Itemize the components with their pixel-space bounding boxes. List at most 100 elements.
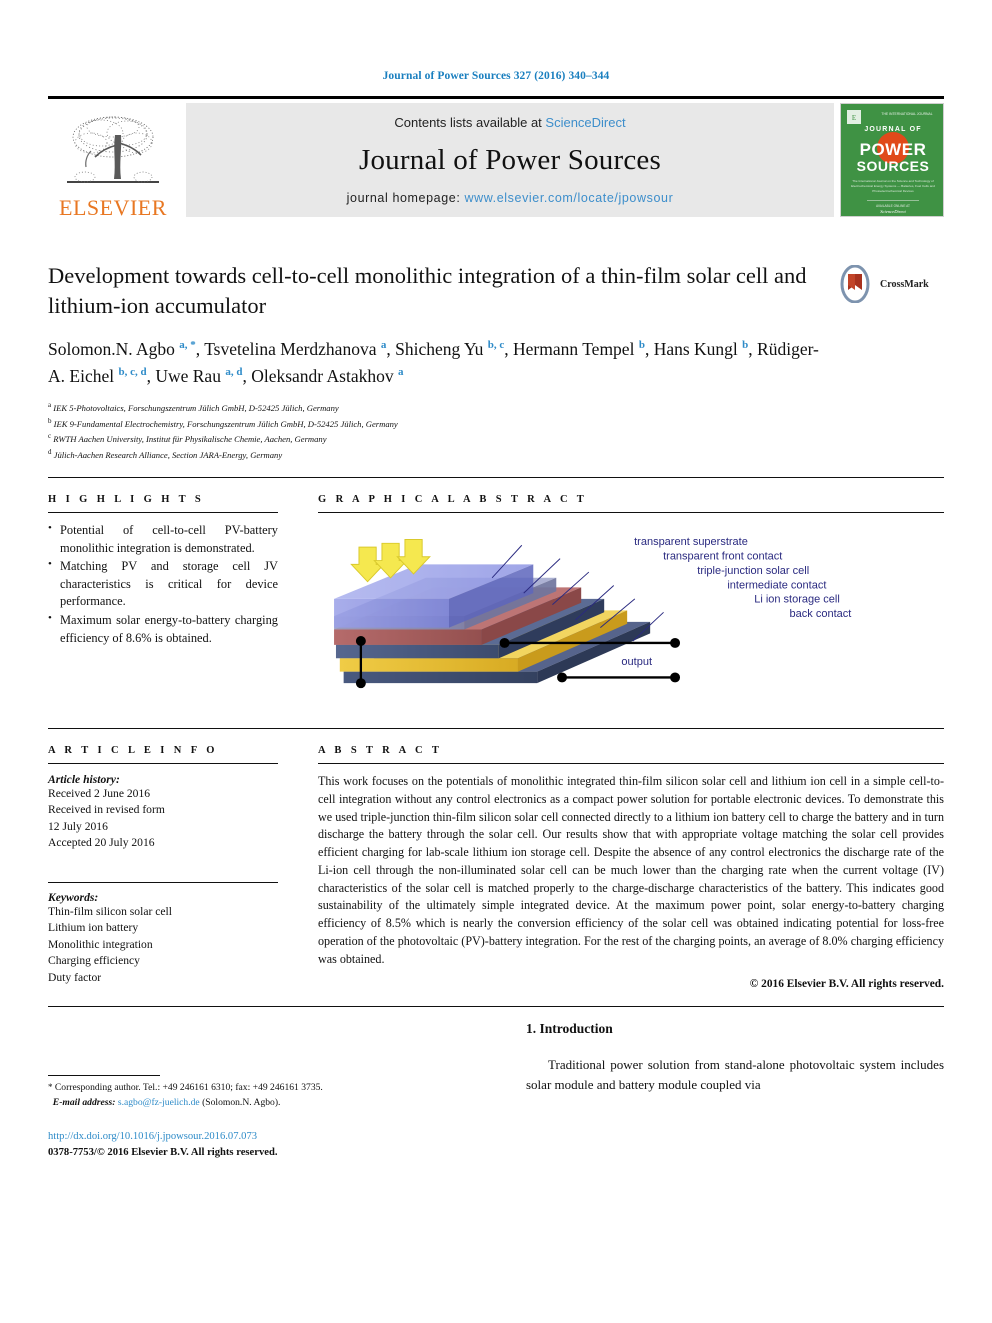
abstract-rule <box>318 763 944 764</box>
svg-text:Photoelectrochemical Devices: Photoelectrochemical Devices <box>872 189 914 193</box>
contents-line: Contents lists available at ScienceDirec… <box>394 115 625 130</box>
svg-text:JOURNAL OF: JOURNAL OF <box>864 126 921 133</box>
journal-band: Contents lists available at ScienceDirec… <box>186 103 834 217</box>
elsevier-wordmark: ELSEVIER <box>59 195 167 220</box>
label-li-ion-storage-cell: Li ion storage cell <box>754 594 840 606</box>
highlights-heading: H I G H L I G H T S <box>48 494 205 505</box>
article-history-line: Received in revised form <box>48 803 165 817</box>
journal-cover-thumbnail: E THE INTERNATIONAL JOURNAL JOURNAL OF P… <box>840 103 944 217</box>
affiliation-b: b IEK 9-Fundamental Electrochemistry, Fo… <box>48 416 398 429</box>
keyword-item: Lithium ion battery <box>48 921 139 935</box>
right-body-column: 1. Introduction Traditional power soluti… <box>496 1021 944 1161</box>
svg-text:SOURCES: SOURCES <box>857 158 930 174</box>
label-transparent-superstrate: transparent superstrate <box>634 536 748 548</box>
label-output: output <box>621 656 652 668</box>
article-history-line: Received 2 June 2016 <box>48 787 151 800</box>
sciencedirect-link[interactable]: ScienceDirect <box>545 115 625 130</box>
graphical-abstract-rule <box>318 512 944 513</box>
corresponding-text: Corresponding author. Tel.: +49 246161 6… <box>54 1082 323 1094</box>
issn-line: 0378-7753/© 2016 Elsevier B.V. All right… <box>48 1147 278 1159</box>
abstract-body: This work focuses on the potentials of m… <box>318 774 944 966</box>
article-info-heading: A R T I C L E I N F O <box>48 745 218 756</box>
article-info-rule <box>48 763 278 764</box>
article-history-line: Accepted 20 July 2016 <box>48 836 155 850</box>
author-list: Solomon.N. Agbo a, *, Tsvetelina Merdzha… <box>48 339 819 386</box>
label-transparent-front-contact: transparent front contact <box>663 551 782 563</box>
journal-article-page: Journal of Power Sources 327 (2016) 340–… <box>0 0 992 1323</box>
article-history-lines: Received 2 June 2016 Received in revised … <box>48 786 278 852</box>
running-head: Journal of Power Sources 327 (2016) 340–… <box>382 70 610 82</box>
graphical-abstract-heading: G R A P H I C A L A B S T R A C T <box>318 494 588 505</box>
abstract-column: A B S T R A C T This work focuses on the… <box>296 729 944 990</box>
affiliation-c: c RWTH Aachen University, Institut für P… <box>48 432 327 445</box>
highlights-column: H I G H L I G H T S Potential of cell-to… <box>48 478 296 714</box>
corresponding-author-note: * Corresponding author. Tel.: +49 246161… <box>48 1081 496 1111</box>
crossmark-badge[interactable]: CrossMark <box>840 263 944 305</box>
label-intermediate-contact: intermediate contact <box>727 579 826 591</box>
svg-text:The International Journal on t: The International Journal on the Science… <box>852 179 934 183</box>
keyword-item: Thin-film silicon solar cell <box>48 904 172 918</box>
journal-homepage-url[interactable]: www.elsevier.com/locate/jpowsour <box>464 191 673 205</box>
layer-stack-diagram: transparent superstrate transparent fron… <box>334 536 851 689</box>
svg-text:THE INTERNATIONAL JOURNAL: THE INTERNATIONAL JOURNAL <box>881 112 932 116</box>
introduction-heading: 1. Introduction <box>526 1021 613 1037</box>
affiliation-mark: a <box>48 400 52 409</box>
article-history-line: 12 July 2016 <box>48 819 108 833</box>
svg-text:Electrochemical Energy Systems: Electrochemical Energy Systems — Batteri… <box>851 184 935 188</box>
journal-cover-art: E THE INTERNATIONAL JOURNAL JOURNAL OF P… <box>841 104 943 216</box>
article-history-label: Article history: <box>48 773 120 786</box>
email-owner: (Solomon.N. Agbo). <box>202 1097 281 1109</box>
doi-block: http://dx.doi.org/10.1016/j.jpowsour.201… <box>48 1129 496 1161</box>
journal-title: Journal of Power Sources <box>359 144 661 176</box>
svg-text:ScienceDirect: ScienceDirect <box>880 209 906 214</box>
crossmark-label: CrossMark <box>880 278 929 290</box>
journal-masthead: ELSEVIER Contents lists available at Sci… <box>48 99 944 221</box>
keyword-item: Monolithic integration <box>48 937 153 951</box>
svg-text:POWER: POWER <box>860 140 927 159</box>
label-back-contact: back contact <box>790 608 852 620</box>
footnote-rule <box>48 1075 160 1077</box>
homepage-prefix: journal homepage: <box>346 191 465 205</box>
email-label: E-mail address: <box>52 1097 116 1109</box>
left-body-column: * Corresponding author. Tel.: +49 246161… <box>48 1021 496 1161</box>
keyword-item: Charging efficiency <box>48 954 140 968</box>
highlight-item: Maximum solar energy-to-battery charging… <box>48 611 278 647</box>
graphical-abstract-figure: transparent superstrate transparent fron… <box>318 522 944 714</box>
highlight-item: Matching PV and storage cell JV characte… <box>48 557 278 611</box>
affiliation-list: a IEK 5-Photovoltaics, Forschungszentrum… <box>48 400 834 463</box>
title-block: CrossMark Development towards cell-to-ce… <box>48 261 944 463</box>
highlight-item: Potential of cell-to-cell PV-battery mon… <box>48 521 278 557</box>
highlights-graphical-row: H I G H L I G H T S Potential of cell-to… <box>48 478 944 714</box>
affiliation-a: a IEK 5-Photovoltaics, Forschungszentrum… <box>48 400 339 413</box>
keywords-block: Keywords: Thin-film silicon solar cell Li… <box>48 881 278 986</box>
affiliation-d: d Jülich-Aachen Research Alliance, Secti… <box>48 448 283 461</box>
abstract-heading: A B S T R A C T <box>318 745 443 756</box>
article-info-column: A R T I C L E I N F O Article history: R… <box>48 729 296 990</box>
layer-labels: transparent superstrate transparent fron… <box>634 536 851 620</box>
keywords-rule <box>48 881 278 883</box>
svg-text:E: E <box>852 114 856 122</box>
keywords-lines: Thin-film silicon solar cell Lithium ion … <box>48 904 278 986</box>
keywords-label: Keywords: <box>48 890 99 904</box>
journal-homepage-line: journal homepage: www.elsevier.com/locat… <box>347 191 674 205</box>
corresponding-star: * <box>48 1082 53 1093</box>
page-title: Development towards cell-to-cell monolit… <box>48 263 807 318</box>
crossmark-icon <box>840 265 870 303</box>
section-divider-bottom <box>48 1006 944 1008</box>
elsevier-logo: ELSEVIER <box>48 99 178 221</box>
highlights-rule <box>48 512 278 513</box>
elsevier-tree-icon <box>67 116 159 183</box>
graphical-abstract-column: G R A P H I C A L A B S T R A C T transp… <box>296 478 944 714</box>
introduction-paragraph: Traditional power solution from stand-al… <box>526 1057 944 1092</box>
email-link[interactable]: s.agbo@fz-juelich.de <box>118 1097 200 1108</box>
contents-prefix: Contents lists available at <box>394 115 546 130</box>
doi-link[interactable]: http://dx.doi.org/10.1016/j.jpowsour.201… <box>48 1131 257 1142</box>
label-triple-junction-solar-cell: triple-junction solar cell <box>697 565 809 577</box>
affiliation-mark: d <box>48 448 52 457</box>
affiliation-mark: b <box>48 416 52 425</box>
body-columns: * Corresponding author. Tel.: +49 246161… <box>48 1021 944 1161</box>
highlights-list: Potential of cell-to-cell PV-battery mon… <box>48 521 278 647</box>
abstract-copyright: © 2016 Elsevier B.V. All rights reserved… <box>749 978 944 991</box>
keyword-item: Duty factor <box>48 970 102 984</box>
articleinfo-abstract-row: A R T I C L E I N F O Article history: R… <box>48 729 944 990</box>
